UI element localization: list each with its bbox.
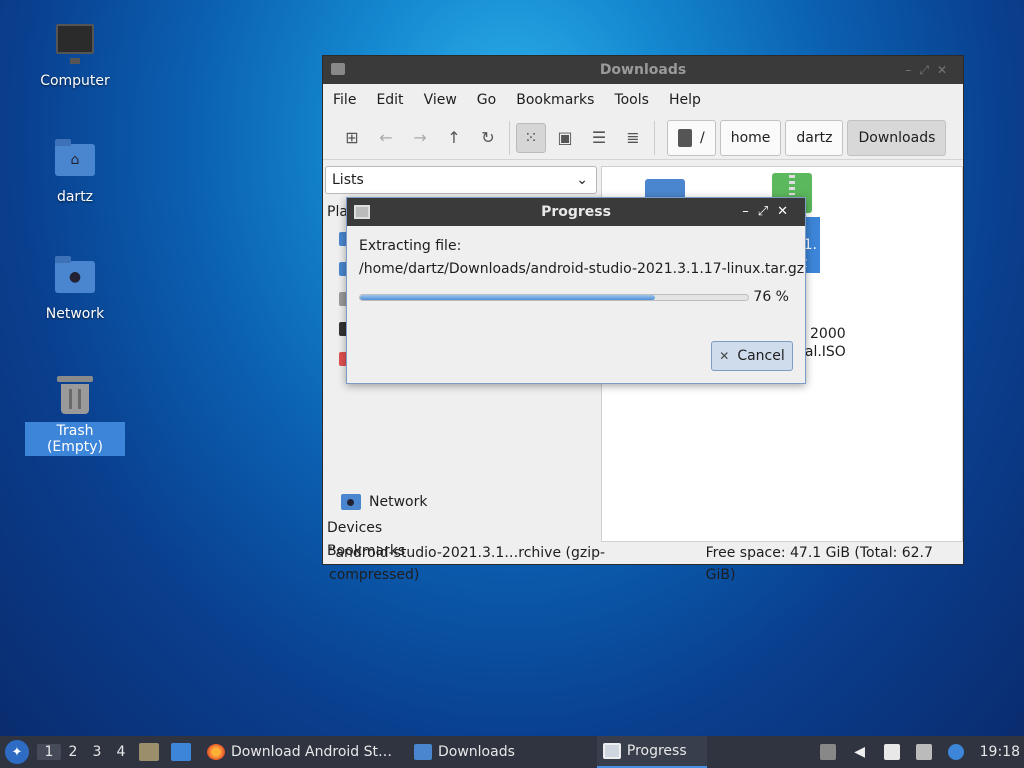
reload-icon[interactable]: ↻ bbox=[473, 123, 503, 153]
window-controls[interactable]: –⤢✕ bbox=[905, 56, 955, 84]
start-menu-button[interactable]: ✦ bbox=[5, 740, 29, 764]
file-manager-launcher-icon[interactable] bbox=[139, 743, 159, 761]
sidebar-section-devices[interactable]: Devices bbox=[327, 520, 382, 536]
status-selection: "android-studio-2021.3.1…rchive (gzip-co… bbox=[329, 545, 606, 583]
menubar: File Edit View Go Bookmarks Tools Help bbox=[323, 84, 963, 116]
dialog-window-controls[interactable]: –⤢✕ bbox=[742, 198, 797, 226]
window-icon bbox=[331, 63, 345, 75]
forward-arrow-icon[interactable]: → bbox=[405, 123, 435, 153]
menu-file[interactable]: File bbox=[333, 92, 356, 108]
sidebar-item-label: Network bbox=[369, 494, 428, 510]
status-free-space: Free space: 47.1 GiB (Total: 62.7 GiB) bbox=[705, 545, 933, 583]
progress-label: Extracting file: bbox=[359, 238, 462, 254]
disk-icon bbox=[678, 128, 692, 147]
menu-edit[interactable]: Edit bbox=[376, 92, 403, 108]
lubuntu-logo-icon: ✦ bbox=[11, 744, 23, 760]
desktop-icon-label: Computer bbox=[40, 73, 110, 89]
detailed-list-view-icon[interactable]: ≣ bbox=[618, 123, 648, 153]
up-arrow-icon[interactable]: ↑ bbox=[439, 123, 469, 153]
new-tab-icon[interactable]: ⊞ bbox=[337, 123, 367, 153]
update-notifier-icon[interactable] bbox=[947, 744, 964, 760]
network-status-icon[interactable] bbox=[915, 744, 932, 760]
menu-tools[interactable]: Tools bbox=[614, 92, 649, 108]
clipboard-icon[interactable] bbox=[883, 744, 900, 760]
sidebar-item-network[interactable]: Network bbox=[341, 494, 427, 510]
progress-percent: 76 % bbox=[753, 289, 789, 305]
thumbnail-view-icon[interactable]: ▣ bbox=[550, 123, 580, 153]
progress-file-path: /home/dartz/Downloads/android-studio-202… bbox=[359, 261, 805, 277]
window-icon bbox=[602, 743, 621, 759]
progress-dialog: Progress –⤢✕ Extracting file: /home/dart… bbox=[346, 197, 806, 384]
cancel-button[interactable]: ✕ Cancel bbox=[711, 341, 793, 371]
back-arrow-icon[interactable]: ← bbox=[371, 123, 401, 153]
task-label: Progress bbox=[626, 743, 687, 759]
toolbar-separator bbox=[654, 120, 655, 155]
progress-bar-fill bbox=[360, 295, 655, 300]
task-progress[interactable]: Progress bbox=[596, 736, 707, 768]
breadcrumb: / home dartz Downloads bbox=[667, 119, 950, 156]
status-bar: "android-studio-2021.3.1…rchive (gzip-co… bbox=[323, 542, 963, 583]
desktop-icon-home[interactable]: ⌂ dartz bbox=[25, 138, 125, 206]
clock[interactable]: 19:18 bbox=[980, 744, 1020, 760]
network-folder-icon: ● bbox=[53, 255, 97, 299]
sidebar-mode-value: Lists bbox=[332, 172, 364, 188]
computer-icon bbox=[53, 22, 97, 66]
dialog-titlebar[interactable]: Progress –⤢✕ bbox=[347, 198, 805, 226]
network-folder-icon bbox=[341, 494, 361, 510]
system-tray: ◀ 19:18 bbox=[812, 736, 1024, 768]
breadcrumb-dartz[interactable]: dartz bbox=[785, 119, 844, 156]
taskbar: ✦ 1 2 3 4 Download Android St… Downloads… bbox=[0, 736, 1024, 768]
breadcrumb-home[interactable]: home bbox=[719, 119, 782, 156]
window-titlebar[interactable]: Downloads –⤢✕ bbox=[323, 56, 963, 84]
workspace-1[interactable]: 1 bbox=[37, 744, 61, 760]
workspace-4[interactable]: 4 bbox=[109, 744, 133, 760]
task-label: Downloads bbox=[438, 744, 515, 760]
compact-view-icon[interactable]: ☰ bbox=[584, 123, 614, 153]
volume-icon[interactable]: ◀ bbox=[852, 744, 868, 760]
task-label: Download Android St… bbox=[231, 744, 392, 760]
cancel-button-label: Cancel bbox=[737, 348, 785, 364]
breadcrumb-downloads[interactable]: Downloads bbox=[847, 119, 947, 156]
folder-icon bbox=[414, 744, 432, 760]
task-firefox[interactable]: Download Android St… bbox=[201, 736, 398, 768]
menu-view[interactable]: View bbox=[424, 92, 457, 108]
task-downloads[interactable]: Downloads bbox=[408, 736, 521, 768]
workspace-2[interactable]: 2 bbox=[61, 744, 85, 760]
trash-icon bbox=[53, 372, 97, 416]
desktop-icon-label: Trash (Empty) bbox=[25, 422, 125, 456]
icon-view-icon[interactable]: ⁙ bbox=[516, 122, 546, 153]
sidebar-mode-select[interactable]: Lists ⌄ bbox=[325, 166, 597, 194]
progress-bar bbox=[359, 294, 749, 301]
breadcrumb-root[interactable]: / bbox=[667, 119, 716, 156]
chevron-down-icon: ⌄ bbox=[576, 172, 588, 188]
menu-go[interactable]: Go bbox=[477, 92, 496, 108]
sidebar-section-places[interactable]: Pla bbox=[327, 204, 348, 220]
workspace-3[interactable]: 3 bbox=[85, 744, 109, 760]
window-icon bbox=[354, 205, 370, 219]
desktop-icon-trash[interactable]: Trash (Empty) bbox=[25, 372, 125, 456]
toolbar-separator bbox=[509, 120, 510, 155]
desktop-icon-network[interactable]: ● Network bbox=[25, 255, 125, 323]
window-title: Downloads bbox=[599, 62, 687, 78]
desktop-icon-computer[interactable]: Computer bbox=[25, 22, 125, 90]
desktop-icon-label: dartz bbox=[56, 189, 94, 205]
menu-bookmarks[interactable]: Bookmarks bbox=[516, 92, 594, 108]
firefox-icon bbox=[207, 744, 225, 760]
dialog-title: Progress bbox=[541, 204, 611, 220]
menu-help[interactable]: Help bbox=[669, 92, 701, 108]
show-desktop-icon[interactable] bbox=[171, 743, 191, 761]
home-folder-icon: ⌂ bbox=[53, 138, 97, 182]
desktop-icon-label: Network bbox=[45, 306, 105, 322]
toolbar: ⊞ ← → ↑ ↻ ⁙ ▣ ☰ ≣ / home dartz Downloads bbox=[323, 116, 963, 160]
eject-icon[interactable] bbox=[819, 744, 836, 760]
close-icon: ✕ bbox=[719, 349, 730, 363]
